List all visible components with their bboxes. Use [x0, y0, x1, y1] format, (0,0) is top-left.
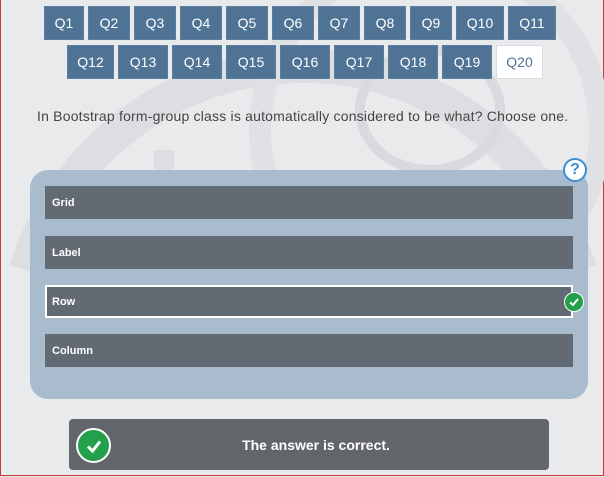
- question-nav-q6-button[interactable]: Q6: [272, 6, 314, 40]
- question-nav-q2-button[interactable]: Q2: [88, 6, 130, 40]
- question-nav-q20-button[interactable]: Q20: [496, 45, 543, 79]
- question-nav-q9-button[interactable]: Q9: [410, 6, 452, 40]
- option-label: Grid: [52, 196, 75, 209]
- question-nav-q12-button[interactable]: Q12: [67, 45, 114, 79]
- question-nav-q7-button[interactable]: Q7: [318, 6, 360, 40]
- question-nav-q18-button[interactable]: Q18: [388, 45, 438, 79]
- correct-check-icon: [564, 292, 584, 312]
- question-nav-row-1: Q1 Q2 Q3 Q4 Q5 Q6 Q7 Q8 Q9 Q10 Q11: [44, 6, 556, 40]
- option-grid[interactable]: Grid: [45, 186, 573, 219]
- question-nav-q11-button[interactable]: Q11: [508, 6, 556, 40]
- question-nav-q4-button[interactable]: Q4: [180, 6, 222, 40]
- help-icon[interactable]: ?: [563, 158, 587, 182]
- option-label-choice[interactable]: Label: [45, 236, 573, 269]
- question-text: In Bootstrap form-group class is automat…: [37, 108, 569, 124]
- question-nav-q13-button[interactable]: Q13: [118, 45, 168, 79]
- question-nav-q1-button[interactable]: Q1: [44, 6, 84, 40]
- question-nav-q14-button[interactable]: Q14: [172, 45, 222, 79]
- option-label: Column: [52, 344, 93, 357]
- question-nav-row-2: Q12 Q13 Q14 Q15 Q16 Q17 Q18 Q19 Q20: [67, 45, 543, 79]
- option-label: Label: [52, 246, 81, 259]
- question-nav-q19-button[interactable]: Q19: [442, 45, 492, 79]
- option-label: Row: [52, 295, 76, 308]
- question-nav-q16-button[interactable]: Q16: [280, 45, 330, 79]
- option-row[interactable]: Row: [45, 285, 573, 318]
- question-nav-q8-button[interactable]: Q8: [364, 6, 406, 40]
- result-message: The answer is correct.: [242, 436, 390, 453]
- question-nav-q5-button[interactable]: Q5: [226, 6, 268, 40]
- question-nav-q15-button[interactable]: Q15: [226, 45, 276, 79]
- question-nav-q17-button[interactable]: Q17: [334, 45, 384, 79]
- question-nav-q3-button[interactable]: Q3: [134, 6, 176, 40]
- question-nav-q10-button[interactable]: Q10: [456, 6, 504, 40]
- help-symbol: ?: [570, 161, 580, 178]
- option-column[interactable]: Column: [45, 334, 573, 367]
